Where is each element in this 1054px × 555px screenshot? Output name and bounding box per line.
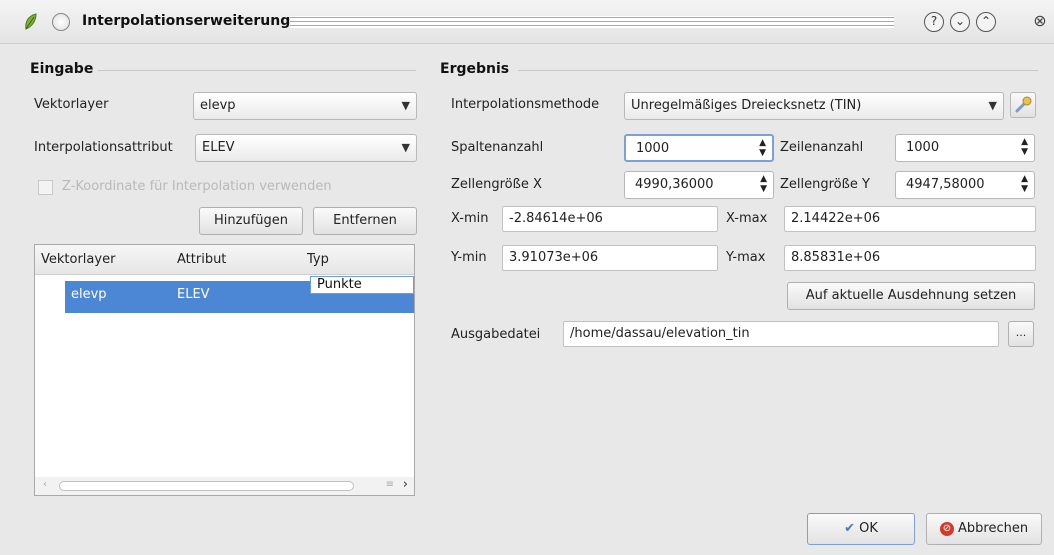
ok-button[interactable]: ✔ OK (807, 513, 915, 545)
close-icon[interactable]: ⊗ (1030, 11, 1050, 31)
attribut-value: ELEV (202, 140, 235, 155)
method-settings-button[interactable] (1010, 92, 1036, 118)
output-file-field[interactable]: /home/dassau/elevation_tin (563, 321, 999, 347)
qgis-leaf-icon (25, 13, 37, 30)
stepper-arrows-icon[interactable]: ▲ ▼ (1021, 137, 1028, 157)
scroll-grip-icon: ≡ (385, 479, 394, 490)
scrollbar-handle[interactable] (59, 481, 354, 491)
input-group-divider (98, 70, 416, 71)
layer-table[interactable]: Vektorlayer Attribut Typ elevp ELEV Punk… (34, 244, 415, 496)
xmax-field[interactable]: 2.14422e+06 (784, 206, 1036, 232)
cellx-value: 4990,36000 (635, 177, 714, 192)
method-select[interactable]: Unregelmäßiges Dreiecksnetz (TIN) ▼ (624, 92, 1004, 120)
cancel-label: Abbrechen (958, 521, 1029, 536)
column-typ[interactable]: Typ (307, 252, 329, 267)
attribut-select[interactable]: ELEV ▼ (195, 134, 417, 162)
cols-value: 1000 (636, 141, 670, 156)
zkoord-label: Z-Koordinate für Interpolation verwenden (62, 179, 332, 194)
cellx-stepper[interactable]: 4990,36000 ▲ ▼ (624, 171, 774, 199)
checkmark-icon: ✔ (844, 521, 855, 536)
vektorlayer-label: Vektorlayer (34, 97, 109, 112)
zkoord-checkbox[interactable] (38, 180, 53, 195)
set-current-extent-button[interactable]: Auf aktuelle Ausdehnung setzen (787, 282, 1035, 310)
table-header: Vektorlayer Attribut Typ (35, 245, 414, 275)
remove-button[interactable]: Entfernen (313, 207, 417, 235)
rows-label: Zeilenanzahl (780, 140, 864, 155)
browse-button[interactable]: ... (1008, 321, 1034, 347)
vektorlayer-value: elevp (200, 98, 236, 113)
xmin-label: X-min (451, 211, 489, 226)
ymin-field[interactable]: 3.91073e+06 (502, 245, 718, 271)
scroll-left-icon[interactable]: ‹ (43, 479, 47, 490)
xmax-label: X-max (726, 211, 768, 226)
column-vektorlayer[interactable]: Vektorlayer (41, 252, 115, 267)
xmin-field[interactable]: -2.84614e+06 (502, 206, 718, 232)
row-typ-editor[interactable]: Punkte (310, 276, 414, 294)
stepper-arrows-icon[interactable]: ▲ ▼ (759, 138, 766, 158)
stepper-arrows-icon[interactable]: ▲ ▼ (760, 174, 767, 194)
ymin-label: Y-min (451, 250, 487, 265)
wrench-icon (1015, 96, 1032, 113)
window-title: Interpolationserweiterung (82, 13, 291, 29)
chevron-down-icon: ▼ (988, 99, 997, 112)
help-icon[interactable]: ? (924, 12, 944, 32)
output-group-title: Ergebnis (440, 61, 510, 77)
ok-label: OK (859, 521, 878, 536)
cols-label: Spaltenanzahl (451, 140, 544, 155)
output-file-label: Ausgabedatei (451, 327, 541, 342)
method-label: Interpolationsmethode (451, 97, 600, 112)
rows-value: 1000 (906, 140, 940, 155)
celly-stepper[interactable]: 4947,58000 ▲ ▼ (895, 171, 1035, 199)
rows-stepper[interactable]: 1000 ▲ ▼ (895, 134, 1035, 162)
cellx-label: Zellengröße X (451, 177, 542, 192)
method-value: Unregelmäßiges Dreiecksnetz (TIN) (631, 98, 862, 113)
cancel-icon: ⊘ (939, 521, 954, 536)
window-menu-icon[interactable] (52, 13, 70, 31)
chevron-down-icon: ▼ (401, 141, 410, 154)
output-group-divider (518, 70, 1038, 71)
title-bar: Interpolationserweiterung ? ⌄ ⌃ ⊗ (0, 0, 1054, 44)
celly-value: 4947,58000 (906, 177, 985, 192)
row-attribut: ELEV (177, 287, 210, 302)
scroll-right-icon[interactable]: › (403, 477, 408, 492)
row-layer: elevp (71, 287, 107, 302)
chevron-down-icon: ▼ (401, 99, 410, 112)
vektorlayer-select[interactable]: elevp ▼ (193, 92, 417, 120)
maximize-icon[interactable]: ⌃ (976, 12, 996, 32)
ymax-label: Y-max (726, 250, 766, 265)
minimize-icon[interactable]: ⌄ (950, 12, 970, 32)
input-group-title: Eingabe (30, 61, 94, 77)
add-button[interactable]: Hinzufügen (199, 207, 303, 235)
column-attribut[interactable]: Attribut (177, 252, 226, 267)
horizontal-scrollbar[interactable]: ‹ ≡ › (35, 477, 414, 495)
stepper-arrows-icon[interactable]: ▲ ▼ (1021, 174, 1028, 194)
attribut-label: Interpolationsattribut (34, 140, 173, 155)
celly-label: Zellengröße Y (780, 177, 870, 192)
cols-stepper[interactable]: 1000 ▲ ▼ (624, 134, 774, 162)
ymax-field[interactable]: 8.85831e+06 (784, 245, 1036, 271)
titlebar-grip (290, 16, 894, 28)
cancel-button[interactable]: ⊘ Abbrechen (926, 513, 1042, 545)
